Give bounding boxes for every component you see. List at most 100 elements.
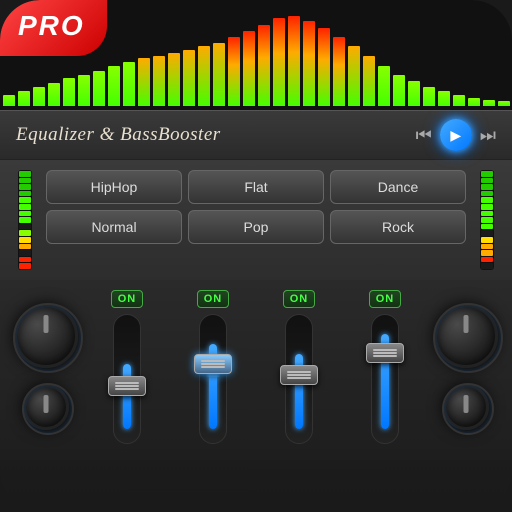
eq-on-badge-3[interactable]: ON (369, 290, 402, 308)
app-container: PRO Equalizer & BassBooster ⏮ ▶ ⏭ HipHop… (0, 0, 512, 512)
vu-segment (481, 204, 493, 210)
vu-segment (19, 263, 31, 269)
vu-segment (19, 230, 31, 236)
spectrum-bar (213, 43, 225, 106)
spectrum-bar (378, 66, 390, 106)
eq-on-badge-1[interactable]: ON (197, 290, 230, 308)
eq-slider-thumb-1[interactable] (194, 354, 232, 374)
spectrum-bar (243, 31, 255, 106)
pro-badge: PRO (0, 0, 107, 56)
preset-pop[interactable]: Pop (188, 210, 324, 244)
vu-segment (19, 244, 31, 250)
right-knob-group (434, 304, 498, 430)
vu-segment (481, 230, 493, 236)
spectrum-bar (108, 66, 120, 106)
transport-controls: ⏮ ▶ ⏭ (416, 119, 496, 151)
eq-slider-thumb-0[interactable] (108, 376, 146, 396)
play-icon: ▶ (450, 127, 461, 144)
eq-on-badge-0[interactable]: ON (111, 290, 144, 308)
vu-segment (481, 244, 493, 250)
spectrum-bar (63, 78, 75, 106)
preset-flat[interactable]: Flat (188, 170, 324, 204)
spectrum-bar (3, 95, 15, 106)
main-panel: HipHop Flat Dance Normal Pop Rock (0, 160, 512, 280)
spectrum-bar (138, 58, 150, 106)
spectrum-bar (333, 37, 345, 106)
vu-segment (481, 237, 493, 243)
vu-segment (481, 184, 493, 190)
spectrum-bar (348, 46, 360, 106)
vu-segment (481, 250, 493, 256)
blue-glow-line (205, 374, 221, 377)
spectrum-bar (258, 25, 270, 106)
spectrum-bar (93, 71, 105, 106)
prev-button[interactable]: ⏮ (416, 125, 432, 146)
eq-slider-thumb-3[interactable] (366, 343, 404, 363)
spectrum-bar (468, 98, 480, 106)
spectrum-bar (153, 56, 165, 106)
spectrum-bar (48, 83, 60, 106)
spectrum-bar (393, 75, 405, 106)
spectrum-bar (438, 91, 450, 106)
eq-slider-track-3[interactable] (371, 314, 399, 444)
vu-segment (19, 178, 31, 184)
vu-segment (19, 191, 31, 197)
eq-channel-3: ON (346, 290, 424, 444)
spectrum-bar (318, 28, 330, 106)
eq-section: ON ON ON ON (0, 280, 512, 460)
spectrum-bar (408, 81, 420, 106)
vu-segment (481, 197, 493, 203)
left-knob-group (14, 304, 78, 430)
app-title: Equalizer & BassBooster (16, 124, 221, 146)
eq-channel-1: ON (174, 290, 252, 444)
vu-segment (19, 257, 31, 263)
vu-segment (481, 257, 493, 263)
eq-slider-track-2[interactable] (285, 314, 313, 444)
spectrum-bar (423, 87, 435, 106)
vu-segment (481, 263, 493, 269)
eq-slider-track-0[interactable] (113, 314, 141, 444)
spectrum-bar (303, 21, 315, 106)
vu-segment (19, 237, 31, 243)
balance-knob[interactable] (443, 384, 489, 430)
eq-slider-track-1[interactable] (199, 314, 227, 444)
eq-slider-thumb-2[interactable] (280, 365, 318, 385)
spectrum-bar (198, 46, 210, 106)
vu-segment (19, 211, 31, 217)
preset-dance[interactable]: Dance (330, 170, 466, 204)
vu-segment (19, 204, 31, 210)
vu-segment (19, 250, 31, 256)
vu-segment (19, 171, 31, 177)
volume-knob[interactable] (434, 304, 498, 368)
spectrum-bar (123, 62, 135, 106)
spectrum-bar (273, 18, 285, 106)
play-button[interactable]: ▶ (440, 119, 472, 151)
left-vu-meter (14, 170, 36, 270)
spectrum-bar (33, 87, 45, 106)
vu-segment (481, 191, 493, 197)
vu-segment (19, 184, 31, 190)
preset-section: HipHop Flat Dance Normal Pop Rock (46, 170, 466, 270)
eq-sliders: ON ON ON ON (88, 290, 424, 444)
spectrum-bar (183, 50, 195, 106)
spectrum-bar (453, 95, 465, 106)
right-vu-meter (476, 170, 498, 270)
knob-dots (17, 307, 75, 365)
vu-segment (481, 171, 493, 177)
next-button[interactable]: ⏭ (480, 125, 496, 146)
preset-hiphop[interactable]: HipHop (46, 170, 182, 204)
vu-segment (481, 211, 493, 217)
preset-rock[interactable]: Rock (330, 210, 466, 244)
treble-knob[interactable] (23, 384, 69, 430)
eq-channel-2: ON (260, 290, 338, 444)
eq-on-badge-2[interactable]: ON (283, 290, 316, 308)
vu-segment (481, 217, 493, 223)
vu-segment (19, 217, 31, 223)
preset-normal[interactable]: Normal (46, 210, 182, 244)
spectrum-bar (288, 16, 300, 106)
spectrum-bar (18, 91, 30, 106)
bass-knob[interactable] (14, 304, 78, 368)
vu-segment (19, 197, 31, 203)
eq-slider-fill-0 (123, 364, 131, 429)
vu-segment (19, 224, 31, 230)
